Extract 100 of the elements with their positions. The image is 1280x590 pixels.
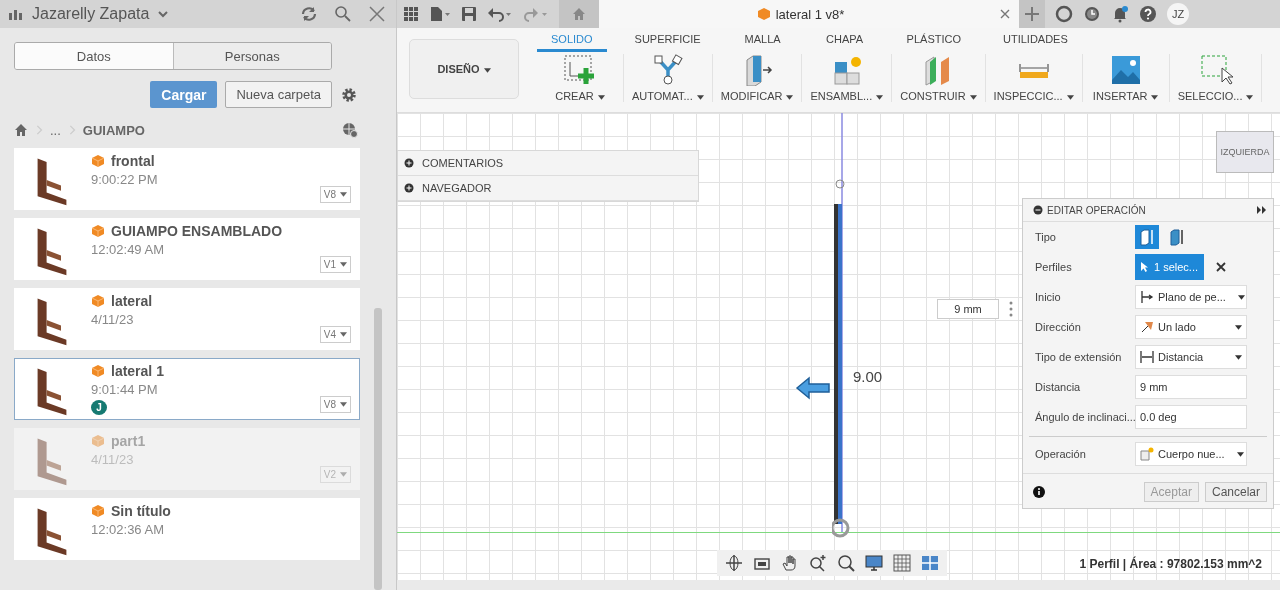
new-folder-button[interactable]: Nueva carpeta: [225, 81, 332, 108]
search-icon[interactable]: [334, 5, 352, 23]
caret-icon: [1237, 294, 1245, 300]
file-card[interactable]: lateral 1 9:01:44 PM J V8: [14, 358, 360, 420]
breadcrumb-item[interactable]: ...: [50, 122, 61, 138]
breadcrumb-item[interactable]: GUIAMPO: [82, 122, 145, 138]
tool-menu[interactable]: INSPECCIC...: [993, 90, 1074, 102]
tool-menu[interactable]: AUTOMAT...: [632, 90, 704, 102]
ribbon-tab[interactable]: SOLIDO: [537, 33, 607, 52]
help-icon[interactable]: [1139, 5, 1157, 23]
ribbon-tab[interactable]: PLÁSTICO: [892, 33, 975, 52]
solid-type-button[interactable]: [1135, 225, 1159, 249]
dropdown-field[interactable]: Un lado: [1135, 315, 1247, 339]
refresh-icon[interactable]: [300, 5, 318, 23]
ribbon-tab[interactable]: UTILIDADES: [989, 33, 1082, 52]
zoom-icon[interactable]: [809, 554, 827, 572]
settings-icon[interactable]: [340, 85, 358, 104]
caret-icon: [483, 67, 491, 73]
file-icon[interactable]: [429, 6, 451, 22]
display-icon[interactable]: [865, 554, 883, 572]
cube-icon: [91, 434, 105, 448]
file-card[interactable]: GUIAMPO ENSAMBLADO 12:02:49 AM V1: [14, 218, 360, 280]
cancel-button[interactable]: Cancelar: [1204, 482, 1267, 502]
plane-start-icon: [1140, 290, 1154, 304]
caret-icon: [1235, 324, 1242, 330]
zoom-window-icon[interactable]: [837, 554, 855, 572]
browser-item[interactable]: NAVEGADOR: [422, 182, 492, 194]
panel-tab[interactable]: Personas: [172, 43, 331, 69]
info-icon[interactable]: [1033, 486, 1045, 498]
view-cube[interactable]: IZQUIERDA: [1216, 131, 1274, 173]
user-avatar[interactable]: JZ: [1167, 3, 1189, 25]
input-field[interactable]: 9 mm: [1135, 375, 1247, 399]
field-label: Ángulo de inclinaci...: [1035, 411, 1135, 423]
home-icon[interactable]: [14, 123, 28, 137]
design-canvas[interactable]: [397, 113, 1280, 580]
clear-icon[interactable]: [1216, 262, 1227, 272]
input-field[interactable]: 0.0 deg: [1135, 405, 1247, 429]
user-name[interactable]: Jazarelly Zapata: [32, 5, 150, 23]
user-avatar: J: [91, 400, 107, 415]
tool-menu[interactable]: CREAR: [555, 90, 605, 102]
chevron-down-icon[interactable]: [157, 8, 170, 20]
file-card[interactable]: frontal 9:00:22 PM V8: [14, 148, 360, 210]
close-icon[interactable]: [999, 8, 1011, 20]
manipulator-arrow-icon[interactable]: [795, 376, 831, 400]
grid-icon[interactable]: [893, 554, 911, 572]
file-name: lateral: [111, 293, 153, 309]
field-label: Operación: [1035, 448, 1087, 460]
file-card[interactable]: Sin título 12:02:36 AM: [14, 498, 360, 560]
file-date: 4/11/23: [91, 312, 135, 327]
pointer-icon: [1141, 262, 1149, 272]
collapse-icon[interactable]: [1033, 205, 1043, 215]
workspace-dropdown[interactable]: DISEÑO: [409, 39, 519, 99]
expand-icon[interactable]: [404, 158, 414, 168]
caret-icon: [340, 402, 347, 407]
viewports-icon[interactable]: [921, 554, 939, 572]
version-dropdown[interactable]: V4: [319, 326, 351, 343]
globe-icon[interactable]: [342, 122, 358, 138]
close-icon[interactable]: [368, 5, 386, 23]
tool-menu[interactable]: CONSTRUIR: [900, 90, 977, 102]
document-title: lateral 1 v8*: [775, 6, 845, 22]
scrollbar-thumb[interactable]: [374, 308, 382, 590]
undo-icon[interactable]: [487, 6, 513, 22]
caret-icon: [876, 94, 884, 100]
dropdown-field[interactable]: Cuerpo nue...: [1135, 442, 1247, 466]
file-date: 12:02:36 AM: [91, 522, 165, 537]
caret-icon: [1235, 354, 1242, 360]
browser-item[interactable]: COMENTARIOS: [422, 157, 504, 169]
new-body-icon: [1140, 447, 1154, 461]
caret-icon: [340, 262, 347, 267]
status-text: 1 Perfil | Área : 97802.153 mm^2: [1079, 557, 1262, 571]
ribbon-tab[interactable]: MALLA: [728, 33, 797, 52]
caret-icon: [340, 472, 347, 477]
expand-icon[interactable]: [404, 183, 414, 193]
save-icon[interactable]: [461, 6, 477, 22]
file-card[interactable]: lateral 4/11/23 V4: [14, 288, 360, 350]
more-icon[interactable]: [1009, 301, 1013, 317]
home-icon: [572, 7, 586, 21]
dropdown-field[interactable]: Distancia: [1135, 345, 1247, 369]
field-label: Perfiles: [1035, 261, 1073, 273]
grid-menu-icon[interactable]: [403, 6, 419, 22]
document-tab[interactable]: lateral 1 v8*: [599, 0, 1019, 28]
version-dropdown[interactable]: V8: [319, 396, 351, 413]
ribbon-tab[interactable]: SUPERFICIE: [620, 33, 715, 52]
tool-menu[interactable]: ENSAMBL...: [810, 90, 884, 102]
view-cube-label: IZQUIERDA: [1220, 147, 1270, 157]
ribbon-tab[interactable]: CHAPA: [810, 33, 879, 52]
tool-menu[interactable]: INSERTAR: [1092, 90, 1159, 102]
panel-tab[interactable]: Datos: [15, 43, 173, 69]
new-tab-button[interactable]: [1019, 0, 1045, 28]
profile-select-button[interactable]: 1 selec...: [1135, 254, 1205, 280]
clock-icon[interactable]: [1083, 5, 1101, 23]
version-dropdown[interactable]: V8: [319, 186, 351, 203]
dropdown-field[interactable]: Plano de pe...: [1135, 285, 1247, 309]
pan-hand-icon[interactable]: [781, 554, 799, 572]
orbit-icon[interactable]: [725, 554, 743, 572]
tool-menu[interactable]: SELECCIO...: [1177, 90, 1254, 102]
tool-menu[interactable]: MODIFICAR: [720, 90, 794, 102]
distance-input[interactable]: 9 mm: [937, 299, 999, 319]
version-dropdown[interactable]: V1: [319, 256, 351, 273]
expand-arrows-icon[interactable]: [1257, 205, 1267, 215]
